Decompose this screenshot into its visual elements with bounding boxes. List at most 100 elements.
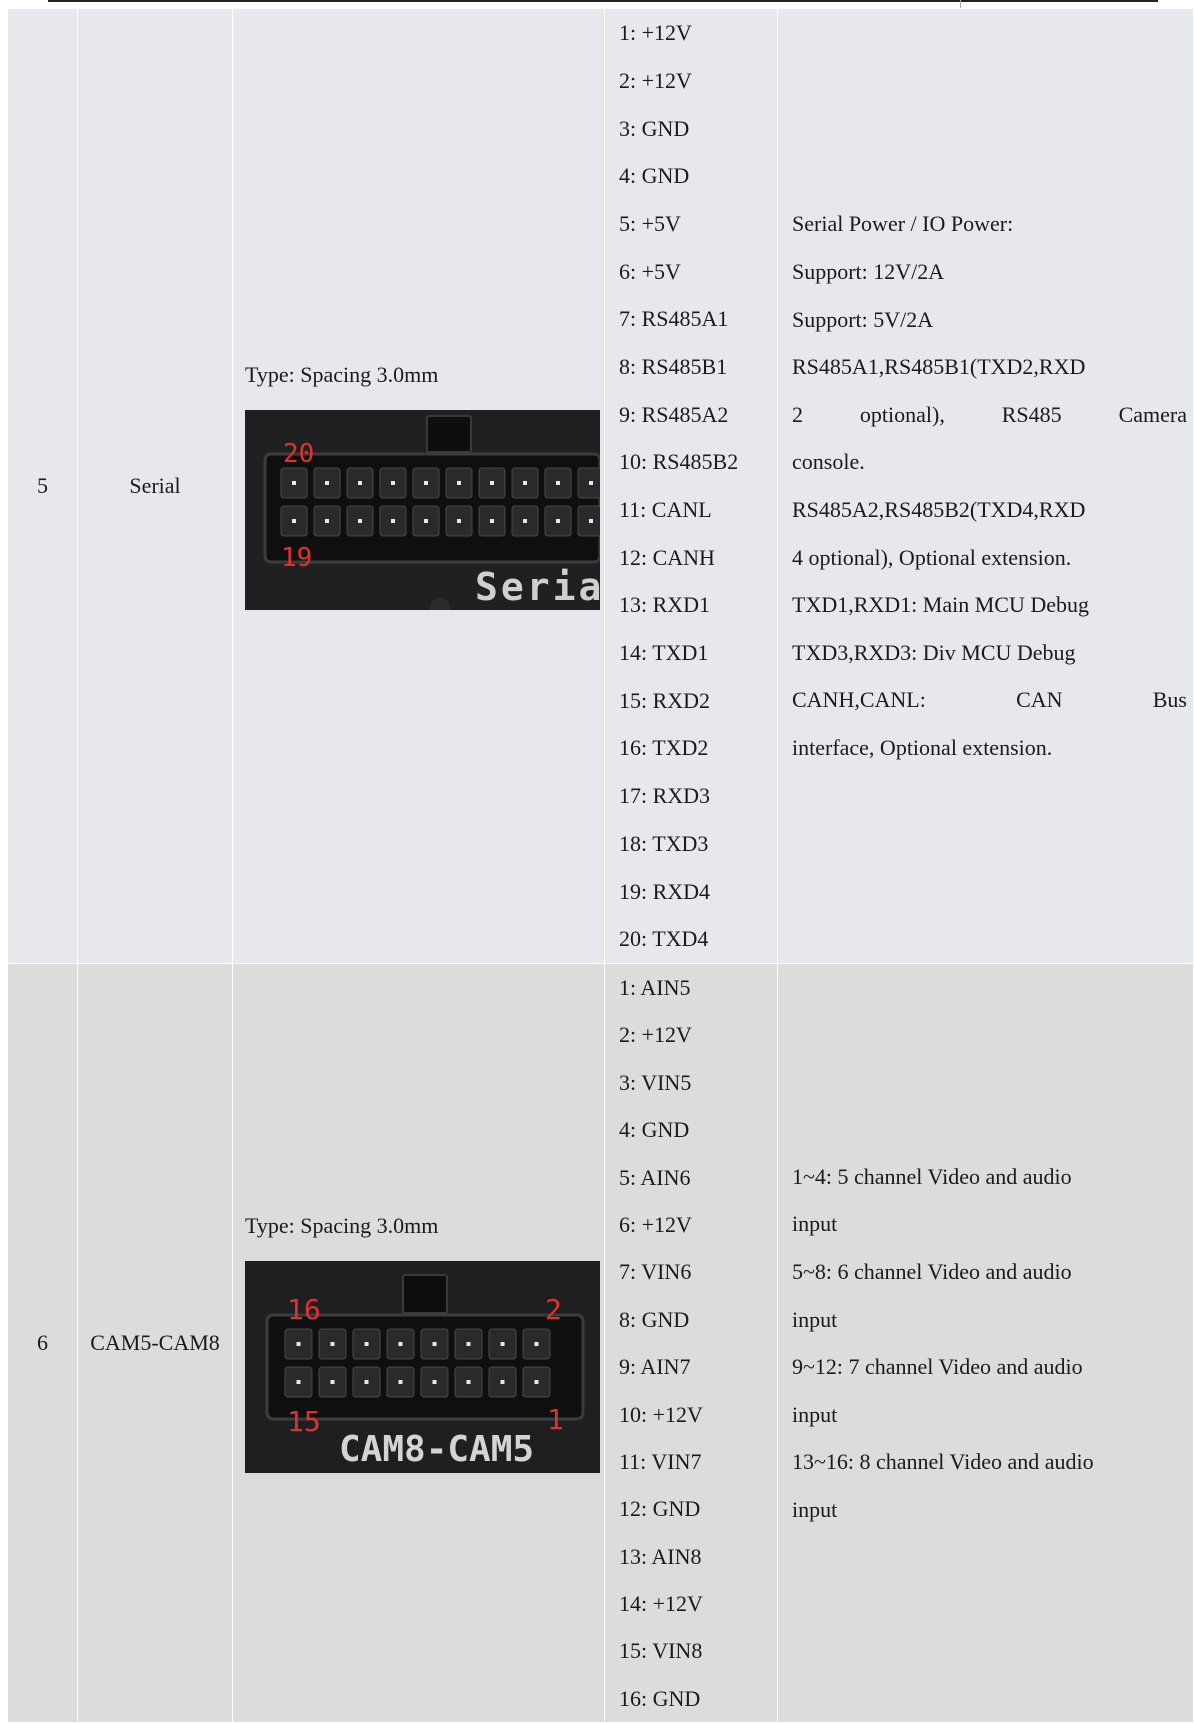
pin-item: 15: RXD2: [619, 687, 711, 713]
pin-item: 16: GND: [619, 1685, 701, 1711]
pin-item: 16: TXD2: [619, 735, 709, 761]
pin-contact: [589, 519, 593, 523]
pin-contact: [330, 1342, 335, 1347]
pin-contact: [325, 519, 329, 523]
pin-item: 5: AIN6: [619, 1164, 691, 1190]
pin-item: 3: VIN5: [619, 1069, 692, 1095]
pin-item: 2: +12V: [619, 67, 692, 93]
pin-contact: [500, 1342, 505, 1347]
pin-item: 7: VIN6: [619, 1259, 692, 1285]
row-number: 5: [7, 8, 78, 964]
pin-contact: [292, 481, 296, 485]
pin-contact: [432, 1342, 437, 1347]
pin-item: 3: GND: [619, 115, 690, 141]
description-line: Serial Power / IO Power:: [792, 211, 1014, 237]
pin-contact: [296, 1342, 301, 1347]
connector-type-label: Type: Spacing 3.0mm: [245, 362, 439, 387]
connector-table: 5 Serial Type: Spacing 3.0mm 20 19 Seria…: [7, 8, 1194, 1723]
pin-contact: [292, 519, 296, 523]
pin-list-cell: 1: +12V 2: +12V 3: GND 4: GND 5: +5V 6: +5V 7:…: [604, 8, 778, 964]
description-line: input: [792, 1496, 838, 1522]
description-line: 4 optional), Optional extension.: [792, 544, 1072, 570]
pin-contact: [523, 519, 527, 523]
pin-contact: [523, 481, 527, 485]
pin-item: 5: +5V: [619, 210, 681, 236]
pin-contact: [358, 519, 362, 523]
pin-item: 10: RS485B2: [619, 449, 739, 475]
pin-contact: [398, 1380, 403, 1385]
pin-item: 8: RS485B1: [619, 353, 728, 379]
header-tick: [960, 0, 961, 8]
pin-item: 9: AIN7: [619, 1354, 691, 1380]
pin-item: 1: AIN5: [619, 975, 691, 1000]
description-line: 13~16: 8 channel Video and audio: [792, 1449, 1094, 1475]
description-line: Support: 12V/2A: [792, 259, 945, 285]
pin-item: 1: +12V: [619, 20, 692, 46]
description-line: RS485A1,RS485B1(TXD2,RXD: [792, 354, 1086, 380]
pin-label-bottom-left: 15: [287, 1405, 321, 1438]
pin-contact: [391, 519, 395, 523]
description-line: TXD1,RXD1: Main MCU Debug: [792, 592, 1089, 618]
pin-contact: [534, 1342, 539, 1347]
pin-contact: [556, 519, 560, 523]
pin-contact: [534, 1380, 539, 1385]
pin-item: 20: TXD4: [619, 926, 709, 952]
pin-label-bottom-right: 1: [547, 1403, 564, 1436]
pin-item: 19: RXD4: [619, 878, 711, 904]
pin-item: 6: +12V: [619, 1211, 692, 1237]
pin-label-top-left: 20: [283, 439, 314, 469]
description-line: 2 optional), RS485 Camera: [792, 401, 1187, 427]
pin-item: 11: CANL: [619, 497, 712, 522]
cam-connector-photo: 16 2 15 1 CAM8-CAM5: [245, 1261, 600, 1474]
pin-contact: [432, 1380, 437, 1385]
pin-contact: [424, 481, 428, 485]
description-line: RS485A2,RS485B2(TXD4,RXD: [792, 497, 1086, 522]
pin-contact: [398, 1342, 403, 1347]
table-row: 5 Serial Type: Spacing 3.0mm 20 19 Seria…: [7, 8, 1194, 964]
pin-label-bottom-left: 19: [281, 543, 312, 573]
connector-type-label: Type: Spacing 3.0mm: [245, 1213, 439, 1239]
pin-contact: [364, 1380, 369, 1385]
serial-connector-photo: 20 19 Serial: [245, 410, 600, 610]
description-line: 1~4: 5 channel Video and audio: [792, 1163, 1072, 1189]
pin-contact: [325, 481, 329, 485]
connector-type-cell: Type: Spacing 3.0mm 20 19 Serial: [232, 8, 605, 964]
pin-contact: [589, 481, 593, 485]
pin-item: 2: +12V: [619, 1022, 692, 1048]
description-line: CANH,CANL: CAN Bus: [792, 687, 1187, 713]
pin-label-top-right: 2: [545, 1293, 562, 1326]
description-list: 1~4: 5 channel Video and audio input 5~8: …: [778, 1153, 1193, 1534]
pin-list: 1: +12V 2: +12V 3: GND 4: GND 5: +5V 6: +5V 7:…: [605, 9, 777, 963]
pin-contact: [490, 519, 494, 523]
description-list: Serial Power / IO Power: Support: 12V/2A S…: [778, 200, 1193, 771]
description-line: 9~12: 7 channel Video and audio: [792, 1354, 1083, 1380]
silkscreen-label: Serial: [475, 565, 600, 609]
pin-item: 11: VIN7: [619, 1448, 702, 1474]
pin-item: 13: RXD1: [619, 592, 711, 618]
pin-list: 1: AIN5 2: +12V 3: VIN5 4: GND 5: AIN6 6: +12…: [605, 964, 777, 1722]
pin-item: 12: CANH: [619, 544, 715, 570]
pin-item: 4: GND: [619, 163, 690, 189]
pin-item: 14: TXD1: [619, 640, 709, 666]
pin-contact: [466, 1342, 471, 1347]
silkscreen-label: CAM8-CAM5: [339, 1429, 534, 1470]
pin-item: 10: +12V: [619, 1401, 703, 1427]
pin-item: 12: GND: [619, 1496, 701, 1522]
description-line: Support: 5V/2A: [792, 306, 934, 332]
pin-contact: [466, 1380, 471, 1385]
pin-label-top-left: 16: [287, 1293, 321, 1326]
pin-contact: [490, 481, 494, 485]
pin-contact: [457, 519, 461, 523]
pin-item: 17: RXD3: [619, 783, 711, 809]
pin-contact: [457, 481, 461, 485]
header-rule: [48, 0, 1158, 2]
pin-item: 6: +5V: [619, 258, 681, 284]
description-line: interface, Optional extension.: [792, 734, 1053, 760]
row-number: 6: [7, 962, 78, 1723]
pin-contact: [391, 481, 395, 485]
pin-contact: [330, 1380, 335, 1385]
pin-contact: [556, 481, 560, 485]
description-cell: Serial Power / IO Power: Support: 12V/2A S…: [777, 8, 1194, 964]
table-row: 6 CAM5-CAM8 Type: Spacing 3.0mm 16 2 15 …: [7, 962, 1194, 1723]
description-line: input: [792, 1401, 838, 1427]
